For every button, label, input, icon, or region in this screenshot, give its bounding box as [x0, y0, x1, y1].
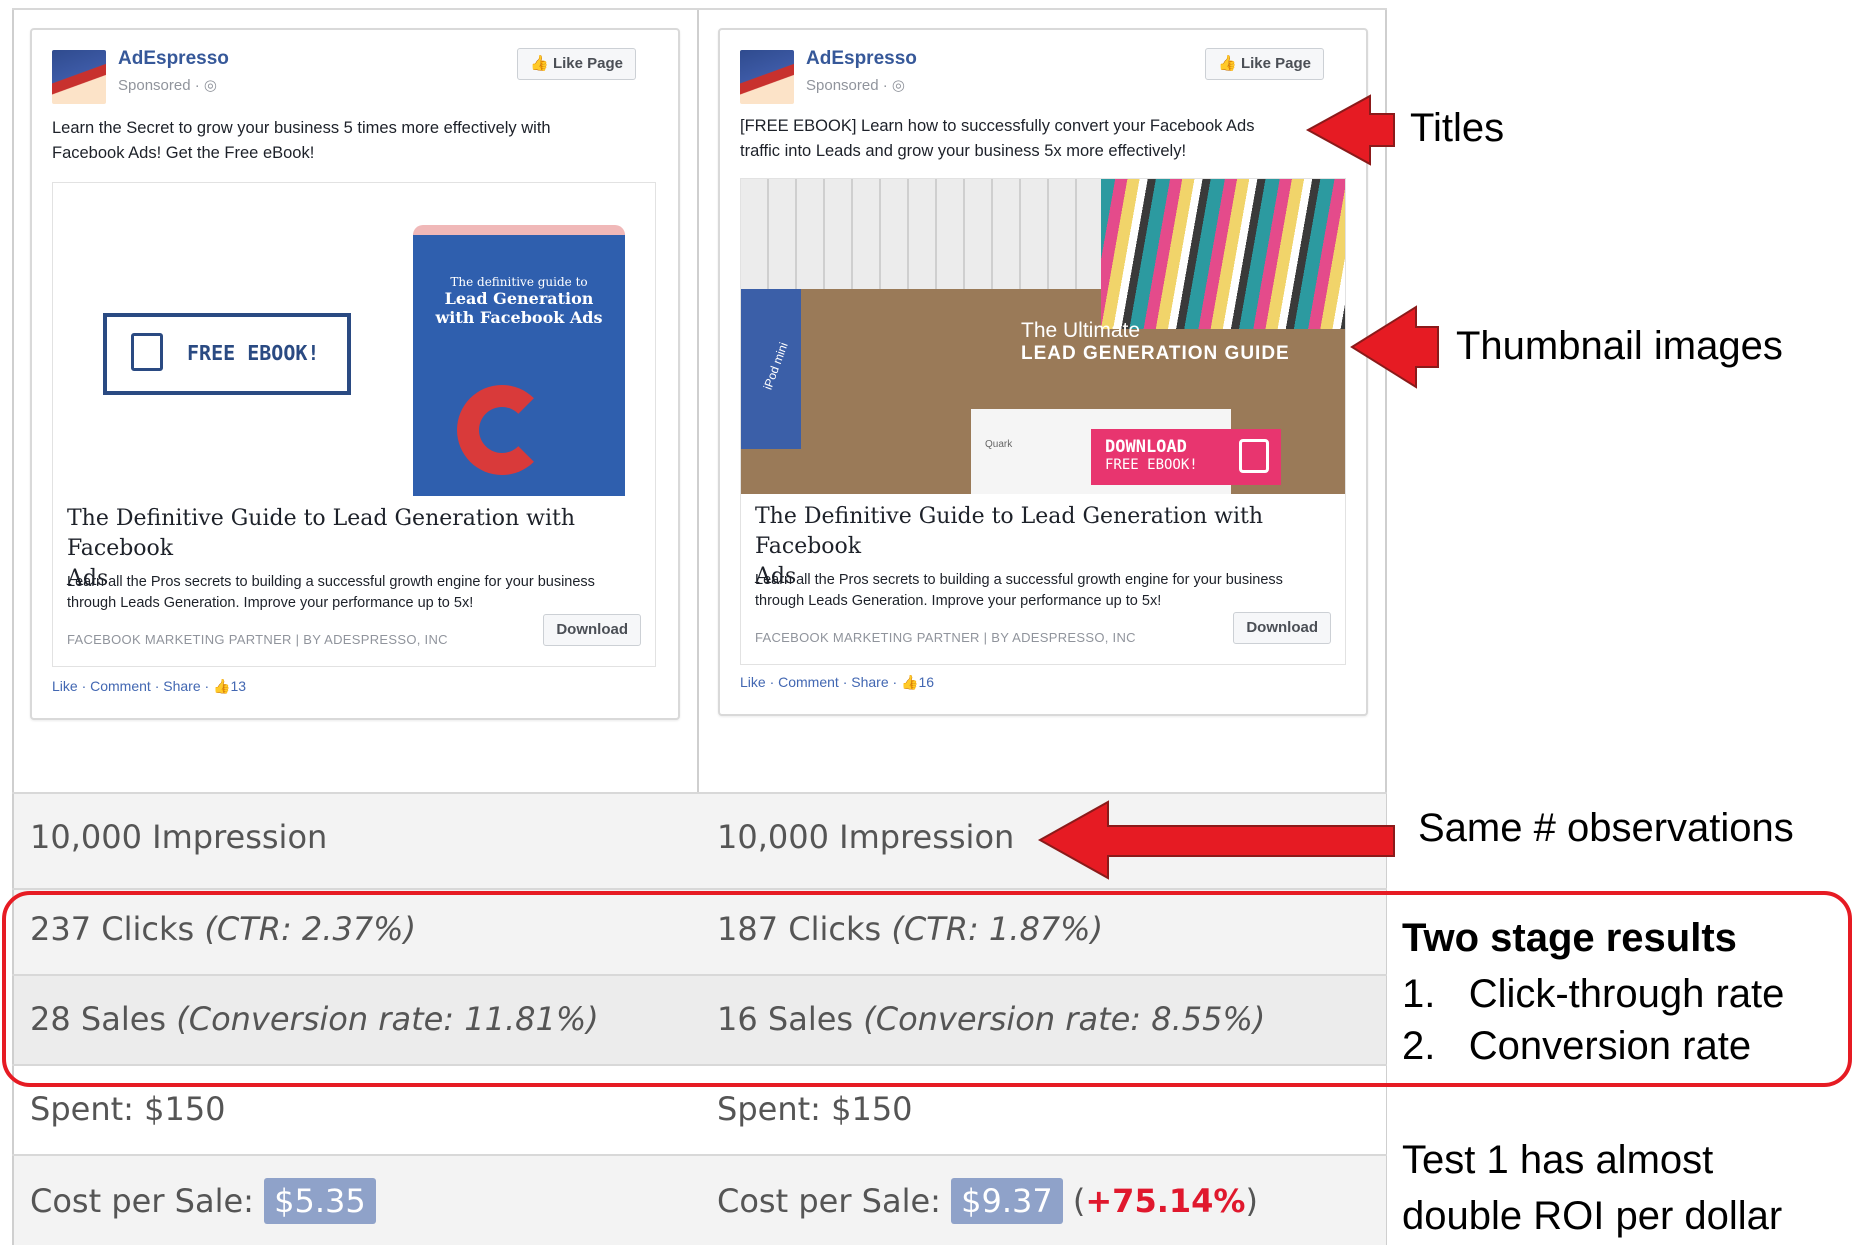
- page-name-link[interactable]: AdEspresso: [118, 48, 229, 70]
- spent-a: Spent: $150: [30, 1090, 226, 1128]
- keyboard-graphic: [741, 179, 1101, 289]
- download-badge: DOWNLOAD FREE EBOOK!: [1091, 429, 1281, 485]
- ad-thumbnail-image[interactable]: FREE EBOOK! The definitive guide to Lead…: [52, 182, 656, 498]
- link-title-line: The Definitive Guide to Lead Generation …: [67, 506, 576, 561]
- cost-per-sale-b: Cost per Sale: $9.37 (+75.14%): [717, 1178, 1258, 1224]
- sponsored-label: Sponsored · ◎: [806, 77, 905, 94]
- spent-b: Spent: $150: [717, 1090, 913, 1128]
- link-preview[interactable]: The Definitive Guide to Lead Generation …: [52, 496, 656, 667]
- ad-title-line: [FREE EBOOK] Learn how to successfully c…: [740, 117, 1255, 135]
- post-actions[interactable]: Like · Comment · Share · 👍13: [52, 678, 246, 695]
- download-button[interactable]: Download: [543, 614, 641, 646]
- like-page-label: Like Page: [552, 55, 623, 72]
- books-graphic: [1101, 179, 1345, 329]
- link-preview[interactable]: The Definitive Guide to Lead Generation …: [740, 494, 1346, 665]
- thumbs-up-icon: 👍: [1218, 55, 1237, 72]
- stage-label: Conversion rate: [1468, 1024, 1752, 1068]
- cost-label: Cost per Sale:: [717, 1182, 941, 1220]
- ad-thumbnail-image[interactable]: iPod mini The Ultimate LEAD GENERATION G…: [740, 178, 1346, 496]
- thumbnails-annotation: Thumbnail images: [1456, 324, 1783, 368]
- ebook-title-line: Lead Generation: [444, 289, 594, 308]
- ad-title-line: traffic into Leads and grow your busines…: [740, 142, 1187, 160]
- ad-title-line: Learn the Secret to grow your business 5…: [52, 119, 551, 137]
- like-page-label: Like Page: [1240, 55, 1311, 72]
- link-caption: FACEBOOK MARKETING PARTNER | BY ADESPRES…: [67, 632, 448, 647]
- page-name-link[interactable]: AdEspresso: [806, 48, 917, 70]
- free-ebook-label: FREE EBOOK!: [187, 341, 320, 365]
- ad-card-b: AdEspresso Sponsored · ◎ 👍 Like Page [FR…: [718, 28, 1368, 716]
- avatar: [740, 50, 794, 104]
- roi-line: Test 1 has almost: [1402, 1138, 1714, 1182]
- ipod-graphic: iPod mini: [741, 289, 801, 449]
- ebook-subtitle: The definitive guide to: [450, 275, 588, 289]
- cost-value-badge: $5.35: [264, 1178, 376, 1224]
- link-caption: FACEBOOK MARKETING PARTNER | BY ADESPRES…: [755, 630, 1136, 645]
- cost-delta-value: +75.14%: [1085, 1182, 1246, 1220]
- two-stage-heading: Two stage results: [1402, 916, 1737, 960]
- image-title-overlay: The Ultimate LEAD GENERATION GUIDE: [1021, 319, 1290, 365]
- badge-line: DOWNLOAD: [1105, 437, 1187, 457]
- download-icon: [1239, 439, 1269, 473]
- like-page-button[interactable]: 👍 Like Page: [517, 48, 636, 80]
- link-description-line: Learn all the Pros secrets to building a…: [67, 574, 595, 590]
- roi-line: double ROI per dollar: [1402, 1194, 1783, 1238]
- download-button[interactable]: Download: [1233, 612, 1331, 644]
- link-description: Learn all the Pros secrets to building a…: [67, 572, 595, 614]
- stage-list-item: 2. Conversion rate: [1402, 1024, 1752, 1068]
- ebook-cover: The definitive guide to Lead Generation …: [413, 225, 625, 497]
- impressions-b: 10,000 Impression: [717, 818, 1015, 856]
- impressions-a: 10,000 Impression: [30, 818, 328, 856]
- observations-annotation: Same # observations: [1418, 806, 1794, 850]
- like-page-button[interactable]: 👍 Like Page: [1205, 48, 1324, 80]
- ipod-label: iPod mini: [760, 340, 791, 392]
- table-border-top: [12, 8, 1387, 10]
- ad-title-line: Facebook Ads! Get the Free eBook!: [52, 144, 315, 162]
- cost-label: Cost per Sale:: [30, 1182, 254, 1220]
- roi-annotation: Test 1 has almost double ROI per dollar: [1402, 1132, 1782, 1244]
- row-divider: [12, 1154, 1387, 1156]
- stage-label: Click-through rate: [1468, 972, 1785, 1016]
- image-title-line: The Ultimate: [1021, 319, 1141, 342]
- magnet-illustration: [457, 385, 547, 475]
- link-description-line: through Leads Generation. Improve your p…: [67, 595, 474, 611]
- badge-line: FREE EBOOK!: [1105, 457, 1198, 473]
- post-actions[interactable]: Like · Comment · Share · 👍16: [740, 674, 934, 691]
- row-divider: [12, 888, 1387, 890]
- thumbs-up-icon: 👍: [530, 55, 549, 72]
- link-description-line: Learn all the Pros secrets to building a…: [755, 572, 1283, 588]
- cost-per-sale-a: Cost per Sale: $5.35: [30, 1178, 376, 1224]
- download-icon: [131, 333, 163, 371]
- cost-delta: (+75.14%): [1072, 1182, 1258, 1220]
- free-ebook-box: FREE EBOOK!: [103, 313, 351, 395]
- link-description: Learn all the Pros secrets to building a…: [755, 570, 1283, 612]
- avatar: [52, 50, 106, 104]
- row-divider: [12, 792, 1387, 794]
- titles-annotation: Titles: [1410, 106, 1505, 150]
- ad-title-text: Learn the Secret to grow your business 5…: [52, 116, 551, 166]
- link-description-line: through Leads Generation. Improve your p…: [755, 593, 1162, 609]
- stage-list-item: 1. Click-through rate: [1402, 972, 1785, 1016]
- ebook-title-line: with Facebook Ads: [435, 308, 603, 327]
- cost-value-badge: $9.37: [951, 1178, 1063, 1224]
- quark-label: Quark: [985, 439, 1013, 450]
- ebook-cover-text: The definitive guide to Lead Generation …: [413, 275, 625, 327]
- sponsored-label: Sponsored · ◎: [118, 77, 217, 94]
- link-title-line: The Definitive Guide to Lead Generation …: [755, 504, 1264, 559]
- image-title-line: LEAD GENERATION GUIDE: [1021, 343, 1290, 364]
- ad-title-text: [FREE EBOOK] Learn how to successfully c…: [740, 114, 1254, 164]
- ad-card-a: AdEspresso Sponsored · ◎ 👍 Like Page Lea…: [30, 28, 680, 720]
